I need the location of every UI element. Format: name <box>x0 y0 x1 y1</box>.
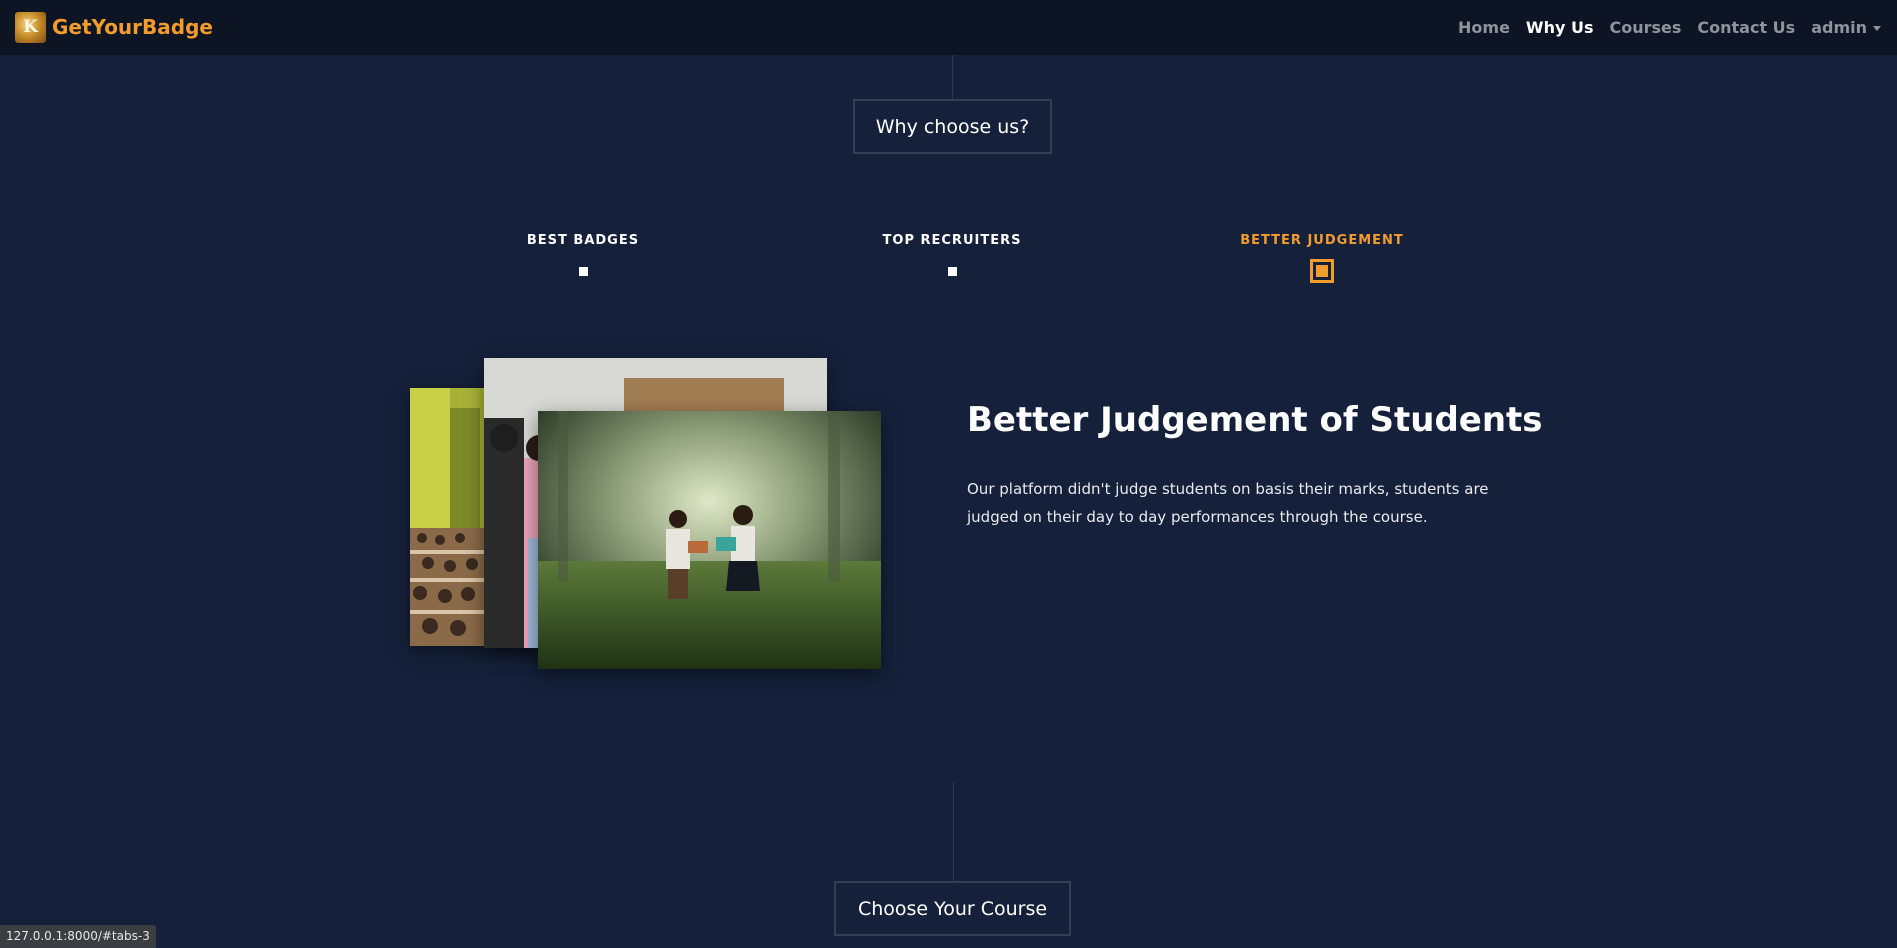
nav-link-courses[interactable]: Courses <box>1609 18 1681 37</box>
section-connector-line-bottom <box>953 782 954 882</box>
choose-course-title: Choose Your Course <box>857 897 1048 920</box>
nav-link-contact-us[interactable]: Contact Us <box>1697 18 1795 37</box>
top-navbar: K GetYourBadge Home Why Us Courses Conta… <box>0 0 1897 55</box>
brand-logo-letter: K <box>23 17 38 37</box>
nav-links: Home Why Us Courses Contact Us admin <box>1442 0 1881 55</box>
content-title: Better Judgement of Students <box>967 400 1543 440</box>
brand-name: GetYourBadge <box>52 15 213 39</box>
why-choose-us-heading: Why choose us? <box>853 99 1052 154</box>
children-reading-photo <box>538 411 881 669</box>
tab-indicator-active <box>1310 259 1334 283</box>
tab-best-badges[interactable]: BEST BADGES <box>463 233 703 276</box>
tab-indicator-dot <box>947 267 957 276</box>
tab-better-judgement[interactable]: BETTER JUDGEMENT <box>1202 233 1442 283</box>
why-choose-us-title: Why choose us? <box>875 115 1030 138</box>
tab-best-badges-label: BEST BADGES <box>526 233 640 248</box>
content-description: Our platform didn't judge students on ba… <box>967 480 1489 526</box>
browser-status-url: 127.0.0.1:8000/#tabs-3 <box>0 925 156 948</box>
tab-top-recruiters-label: TOP RECRUITERS <box>882 233 1022 248</box>
brand-logo-icon: K <box>15 11 46 43</box>
chevron-down-icon <box>1873 26 1881 31</box>
nav-link-home[interactable]: Home <box>1458 18 1510 37</box>
brand-link[interactable]: K GetYourBadge <box>15 11 213 43</box>
user-menu-dropdown[interactable]: admin <box>1811 18 1881 37</box>
user-menu-label: admin <box>1811 18 1867 37</box>
tab-indicator-dot <box>578 267 588 276</box>
tab-better-judgement-label: BETTER JUDGEMENT <box>1240 233 1404 248</box>
choose-course-heading: Choose Your Course <box>834 881 1071 936</box>
nav-link-why-us[interactable]: Why Us <box>1526 18 1594 37</box>
tab-top-recruiters[interactable]: TOP RECRUITERS <box>832 233 1072 276</box>
